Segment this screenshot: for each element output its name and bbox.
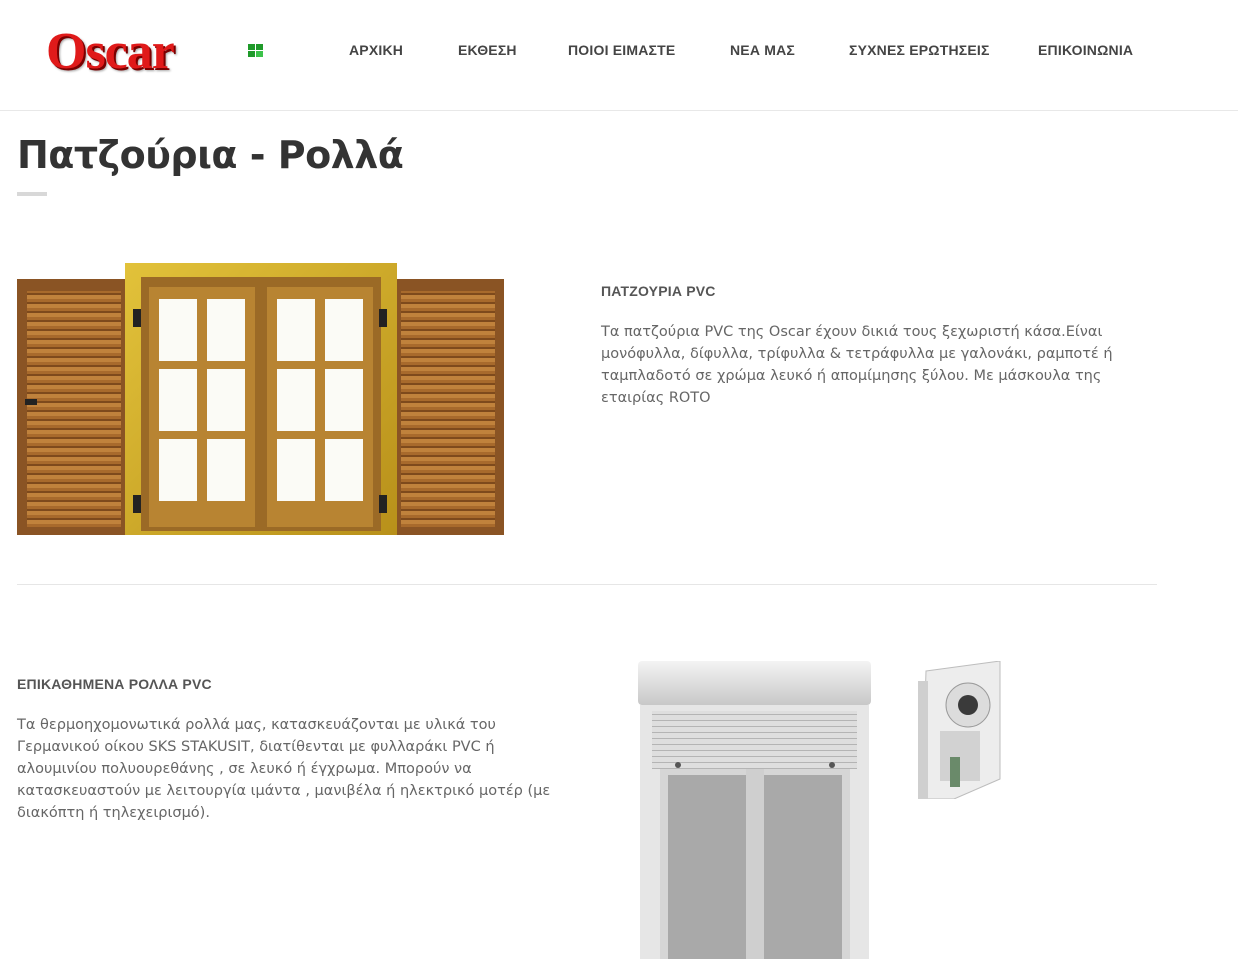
green-window-icon <box>248 44 263 57</box>
pvc-shutters-image <box>17 259 504 535</box>
logo-text: Oscar <box>46 23 175 80</box>
nav-item-about[interactable]: ΠΟΙΟΙ ΕΙΜΑΣΤΕ <box>568 42 675 58</box>
nav-item-showroom[interactable]: ΕΚΘΕΣΗ <box>458 42 517 58</box>
shutters-heading: ΠΑΤΖΟΥΡΙΑ PVC <box>601 283 716 299</box>
page-title: Πατζούρια - Ρολλά <box>17 133 404 177</box>
nav-item-home[interactable]: ΑΡΧΙΚΗ <box>349 42 403 58</box>
rolls-heading: ΕΠΙΚΑΘΗΜΕΝΑ ΡΟΛΛΑ PVC <box>17 676 212 692</box>
site-header: Oscar ΑΡΧΙΚΗ ΕΚΘΕΣΗ ΠΟΙΟΙ ΕΙΜΑΣΤΕ ΝΕΑ ΜΑ… <box>0 0 1238 111</box>
site-logo[interactable]: Oscar <box>46 23 263 80</box>
nav-item-faq[interactable]: ΣΥΧΝΕΣ ΕΡΩΤΗΣΕΙΣ <box>849 42 990 58</box>
roller-shutter-image <box>638 661 871 959</box>
title-underline <box>17 192 47 196</box>
nav-item-contact[interactable]: ΕΠΙΚΟΙΝΩΝΙΑ <box>1038 42 1133 58</box>
rolls-description: Τα θερμοηχομονωτικά ρολλά μας, κατασκευά… <box>17 717 551 821</box>
roll-box-profile-image <box>914 661 1002 799</box>
section-divider <box>17 584 1157 585</box>
nav-item-news[interactable]: ΝΕΑ ΜΑΣ <box>730 42 795 58</box>
shutters-description: Τα πατζούρια PVC της Oscar έχουν δικιά τ… <box>601 324 1113 406</box>
